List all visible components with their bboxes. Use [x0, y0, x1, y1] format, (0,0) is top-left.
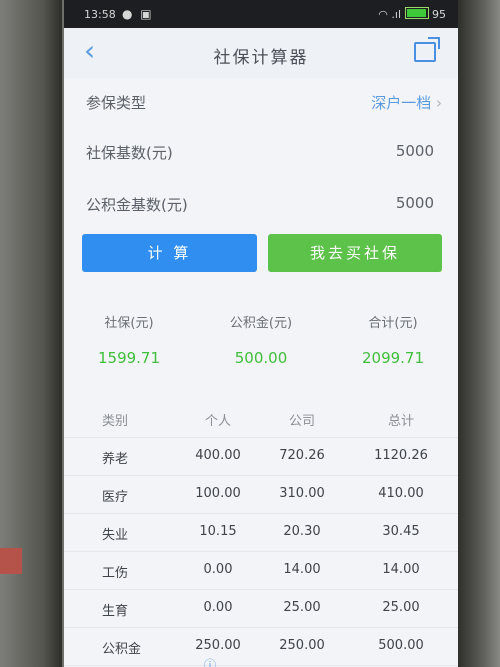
- cell-personal: 0.00: [203, 562, 233, 577]
- summary-social: 社保(元) 1599.71: [64, 312, 194, 367]
- wifi-icon: ◠: [378, 8, 388, 21]
- phone-bezel-right: [456, 0, 500, 667]
- insure-type-select[interactable]: 深户一档 ›: [371, 92, 442, 113]
- social-base-label: 社保基数(元): [86, 144, 173, 162]
- status-bar: 13:58 ● ▣ ◠ .ıl 95: [64, 0, 458, 28]
- cell-category: 养老: [102, 452, 129, 467]
- buy-insurance-button[interactable]: 我去买社保: [268, 234, 442, 272]
- table-row: 生育 0.00 25.00 25.00: [64, 590, 458, 628]
- cell-company: 310.00: [279, 486, 325, 501]
- share-icon[interactable]: [414, 37, 440, 62]
- table-row: 医疗 100.00 310.00 410.00: [64, 476, 458, 514]
- header-personal: 个人: [204, 414, 231, 429]
- cell-category: 医疗: [102, 490, 129, 505]
- breakdown-table: 类别 个人 公司 总计 养老 400.00 720.26 1120.26 医疗 …: [64, 400, 458, 666]
- cell-total: 25.00: [382, 600, 420, 615]
- cell-category: 公积金: [102, 642, 142, 657]
- notification-icons: ● ▣: [122, 7, 154, 21]
- cell-personal: 250.00: [195, 638, 241, 653]
- cell-company: 720.26: [279, 448, 325, 463]
- cell-company: 250.00: [279, 638, 325, 653]
- title-bar: ‹ 社保计算器: [64, 28, 458, 78]
- signal-icon: .ıl: [391, 8, 401, 21]
- fund-base-label: 公积金基数(元): [86, 196, 188, 214]
- summary-social-label: 社保(元): [104, 316, 154, 331]
- chevron-right-icon: ›: [436, 94, 442, 112]
- cell-category: 工伤: [102, 566, 129, 581]
- table-row: 养老 400.00 720.26 1120.26: [64, 438, 458, 476]
- cell-personal: 100.00: [195, 486, 241, 501]
- summary-fund: 公积金(元) 500.00: [196, 312, 326, 367]
- cell-company: 20.30: [283, 524, 321, 539]
- battery-level: 95: [432, 8, 446, 21]
- cell-total: 410.00: [378, 486, 424, 501]
- summary-total-label: 合计(元): [368, 316, 418, 331]
- page-title: 社保计算器: [213, 48, 309, 68]
- cell-personal: 10.15: [199, 524, 237, 539]
- summary-fund-value: 500.00: [234, 349, 288, 367]
- cell-category: 失业: [102, 528, 129, 543]
- fund-base-input[interactable]: 5000: [396, 194, 434, 212]
- cell-total: 500.00: [378, 638, 424, 653]
- header-company: 公司: [288, 414, 315, 429]
- summary-panel: 社保(元) 1599.71 公积金(元) 500.00 合计(元) 2099.7…: [64, 290, 458, 400]
- table-header: 类别 个人 公司 总计: [64, 400, 458, 438]
- calculate-button[interactable]: 计 算: [82, 234, 257, 272]
- cell-total: 14.00: [382, 562, 420, 577]
- insure-type-row[interactable]: 参保类型 深户一档 ›: [64, 78, 458, 128]
- cell-category: 生育: [102, 604, 129, 619]
- insure-type-label: 参保类型: [86, 94, 147, 112]
- insure-type-value: 深户一档: [371, 94, 432, 112]
- cell-total: 30.45: [382, 524, 420, 539]
- summary-social-value: 1599.71: [97, 349, 161, 367]
- footer-info-icon[interactable]: ⓘ: [204, 656, 216, 667]
- social-base-input[interactable]: 5000: [396, 142, 434, 160]
- status-time: 13:58: [84, 8, 116, 21]
- cell-total: 1120.26: [374, 448, 428, 463]
- table-row: 工伤 0.00 14.00 14.00: [64, 552, 458, 590]
- status-right: ◠ .ıl 95: [378, 7, 446, 21]
- table-row: 公积金 250.00 250.00 500.00: [64, 628, 458, 666]
- summary-total-value: 2099.71: [361, 349, 425, 367]
- red-sticker: [0, 548, 22, 574]
- cell-personal: 400.00: [195, 448, 241, 463]
- summary-fund-label: 公积金(元): [229, 316, 293, 331]
- summary-total: 合计(元) 2099.71: [328, 312, 458, 367]
- header-total: 总计: [387, 414, 414, 429]
- fund-base-row[interactable]: 公积金基数(元) 5000: [64, 180, 458, 230]
- social-base-row[interactable]: 社保基数(元) 5000: [64, 128, 458, 178]
- phone-screen: 13:58 ● ▣ ◠ .ıl 95 ‹ 社保计算器 参保类型 深户一档 › 社…: [64, 0, 458, 667]
- table-row: 失业 10.15 20.30 30.45: [64, 514, 458, 552]
- cell-company: 14.00: [283, 562, 321, 577]
- cell-company: 25.00: [283, 600, 321, 615]
- battery-icon: [404, 7, 429, 19]
- header-category: 类别: [102, 414, 129, 429]
- cell-personal: 0.00: [203, 600, 233, 615]
